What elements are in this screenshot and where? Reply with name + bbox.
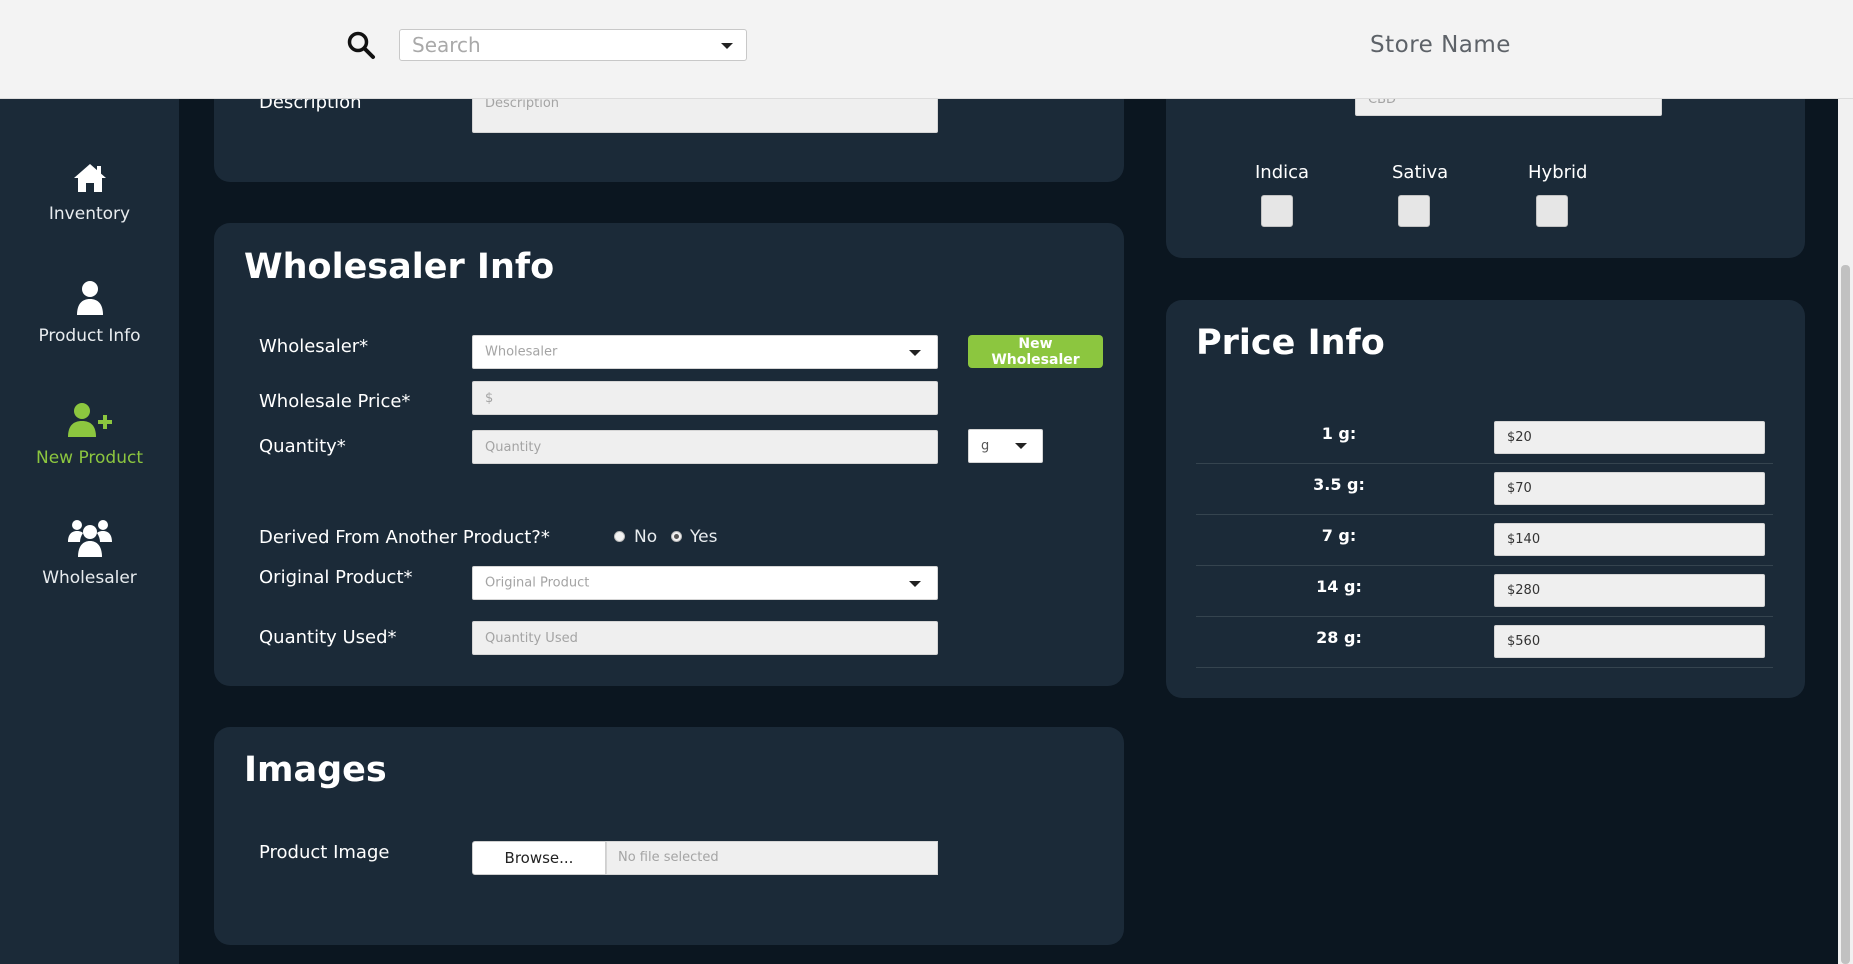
user-plus-icon	[67, 403, 112, 437]
sativa-checkbox[interactable]	[1398, 195, 1430, 227]
price-row-divider	[1196, 514, 1773, 515]
price-label-3-5g: 3.5 g:	[1313, 475, 1365, 494]
search-icon[interactable]	[346, 30, 376, 60]
price-field-28g[interactable]	[1494, 625, 1765, 658]
home-icon	[73, 164, 106, 192]
users-icon	[67, 520, 112, 557]
quantity-field[interactable]	[472, 430, 938, 464]
indica-label: Indica	[1255, 162, 1310, 183]
sidebar-item-inventory[interactable]: Inventory	[0, 162, 179, 224]
wholesaler-info-title: Wholesaler Info	[244, 247, 555, 287]
sidebar-item-product-info[interactable]: Product Info	[0, 280, 179, 346]
quantity-label: Quantity*	[259, 436, 346, 457]
file-status: No file selected	[606, 841, 938, 875]
price-field-7g[interactable]	[1494, 523, 1765, 556]
sidebar-item-label: Wholesaler	[42, 568, 137, 588]
top-bar: Store Name	[0, 0, 1853, 99]
unit-select[interactable]: g	[968, 429, 1043, 463]
sidebar-item-new-product[interactable]: New Product	[0, 402, 179, 468]
product-image-label: Product Image	[259, 842, 390, 863]
price-label-14g: 14 g:	[1316, 577, 1362, 596]
derived-yes-label: Yes	[690, 527, 718, 547]
chevron-down-icon[interactable]	[909, 581, 921, 587]
derived-yes-radio[interactable]	[671, 531, 682, 542]
sidebar-item-label: New Product	[35, 448, 144, 468]
store-name: Store Name	[1370, 32, 1511, 58]
scrollbar-thumb[interactable]	[1841, 265, 1850, 964]
price-field-14g[interactable]	[1494, 574, 1765, 607]
original-product-label: Original Product*	[259, 567, 413, 588]
price-field-3-5g[interactable]	[1494, 472, 1765, 505]
quantity-used-label: Quantity Used*	[259, 627, 397, 648]
wholesale-price-label: Wholesale Price*	[259, 391, 411, 412]
price-row-divider	[1196, 463, 1773, 464]
derived-no-radio[interactable]	[614, 531, 625, 542]
quantity-used-field[interactable]	[472, 621, 938, 655]
sativa-label: Sativa	[1392, 162, 1449, 183]
sidebar-item-wholesaler[interactable]: Wholesaler	[0, 518, 179, 588]
price-label-7g: 7 g:	[1321, 526, 1357, 545]
wholesaler-select[interactable]: Wholesaler	[472, 335, 938, 369]
price-row-divider	[1196, 616, 1773, 617]
search-dropdown[interactable]	[399, 29, 747, 61]
new-wholesaler-button[interactable]: New Wholesaler	[968, 335, 1103, 368]
search-input[interactable]	[400, 30, 702, 60]
price-row-divider	[1196, 565, 1773, 566]
price-info-title: Price Info	[1196, 323, 1385, 363]
price-field-1g[interactable]	[1494, 421, 1765, 454]
wholesaler-select-value: Wholesaler	[485, 344, 558, 360]
browse-button[interactable]: Browse...	[472, 841, 606, 875]
unit-select-value: g	[981, 438, 990, 454]
original-product-select[interactable]: Original Product	[472, 566, 938, 600]
images-title: Images	[244, 750, 387, 790]
indica-checkbox[interactable]	[1261, 195, 1293, 227]
price-label-1g: 1 g:	[1321, 424, 1357, 443]
sidebar-item-label: Product Info	[38, 326, 141, 346]
derived-no-label: No	[634, 527, 658, 547]
hybrid-checkbox[interactable]	[1536, 195, 1568, 227]
hybrid-label: Hybrid	[1528, 162, 1588, 183]
wholesaler-label: Wholesaler*	[259, 336, 369, 357]
price-row-divider	[1196, 667, 1773, 668]
sidebar-item-label: Inventory	[48, 204, 131, 224]
wholesale-price-field[interactable]	[472, 381, 938, 415]
price-label-28g: 28 g:	[1316, 628, 1362, 647]
sidebar: Inventory Product Info New Product Whole…	[0, 98, 179, 964]
derived-label: Derived From Another Product?*	[259, 527, 550, 548]
chevron-down-icon[interactable]	[721, 43, 733, 49]
chevron-down-icon[interactable]	[1015, 443, 1027, 449]
chevron-down-icon[interactable]	[909, 350, 921, 356]
original-product-select-value: Original Product	[485, 575, 590, 591]
user-icon	[76, 281, 103, 315]
